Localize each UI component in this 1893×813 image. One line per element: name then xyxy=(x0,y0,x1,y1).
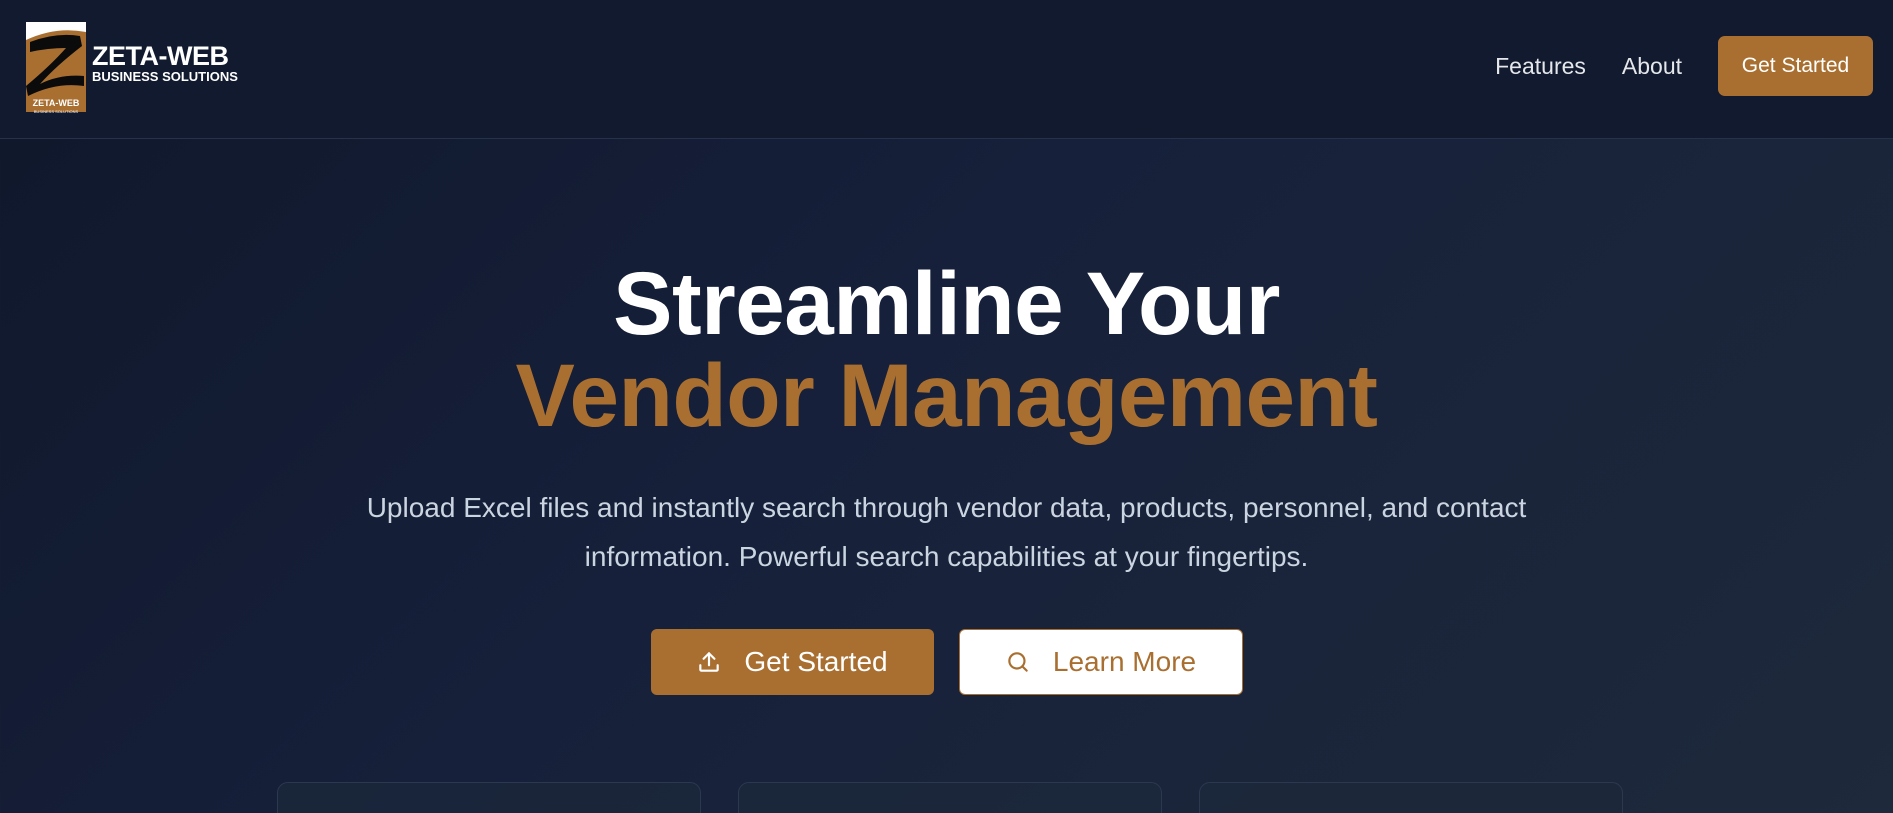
feature-card xyxy=(277,782,701,813)
upload-icon xyxy=(696,649,722,675)
logo-mark-text: ZETA-WEB xyxy=(32,98,80,108)
feature-cards xyxy=(277,782,1623,813)
hero-description: Upload Excel files and instantly search … xyxy=(366,492,1527,572)
zeta-logo-icon: ZETA-WEB BUSINESS SOLUTIONS xyxy=(26,22,86,114)
hero-title-line1: Streamline Your xyxy=(613,253,1280,353)
nav-link-features[interactable]: Features xyxy=(1495,53,1586,80)
feature-card xyxy=(1199,782,1623,813)
learn-more-button[interactable]: Learn More xyxy=(958,629,1243,695)
get-started-label: Get Started xyxy=(744,646,888,677)
feature-card xyxy=(738,782,1162,813)
get-started-button[interactable]: Get Started xyxy=(650,629,934,695)
header-get-started-button[interactable]: Get Started xyxy=(1718,36,1873,96)
nav-link-about[interactable]: About xyxy=(1622,53,1682,80)
hero-actions: Get Started Learn More xyxy=(0,629,1893,695)
hero-title: Streamline Your Vendor Management xyxy=(0,139,1893,441)
logo-mark-subtext: BUSINESS SOLUTIONS xyxy=(33,109,79,114)
site-header: ZETA-WEB BUSINESS SOLUTIONS ZETA-WEB BUS… xyxy=(0,0,1893,139)
brand-name: ZETA-WEB xyxy=(92,41,229,71)
brand-logo[interactable]: ZETA-WEB BUSINESS SOLUTIONS ZETA-WEB BUS… xyxy=(26,22,238,114)
learn-more-label: Learn More xyxy=(1052,646,1197,677)
hero-title-line2: Vendor Management xyxy=(515,345,1378,445)
hero-section: Streamline Your Vendor Management Upload… xyxy=(0,139,1893,695)
search-icon xyxy=(1005,649,1031,675)
main-nav: Features About Get Started xyxy=(1495,36,1873,96)
brand-text: ZETA-WEB BUSINESS SOLUTIONS xyxy=(92,42,238,84)
brand-tagline: BUSINESS SOLUTIONS xyxy=(92,69,238,84)
